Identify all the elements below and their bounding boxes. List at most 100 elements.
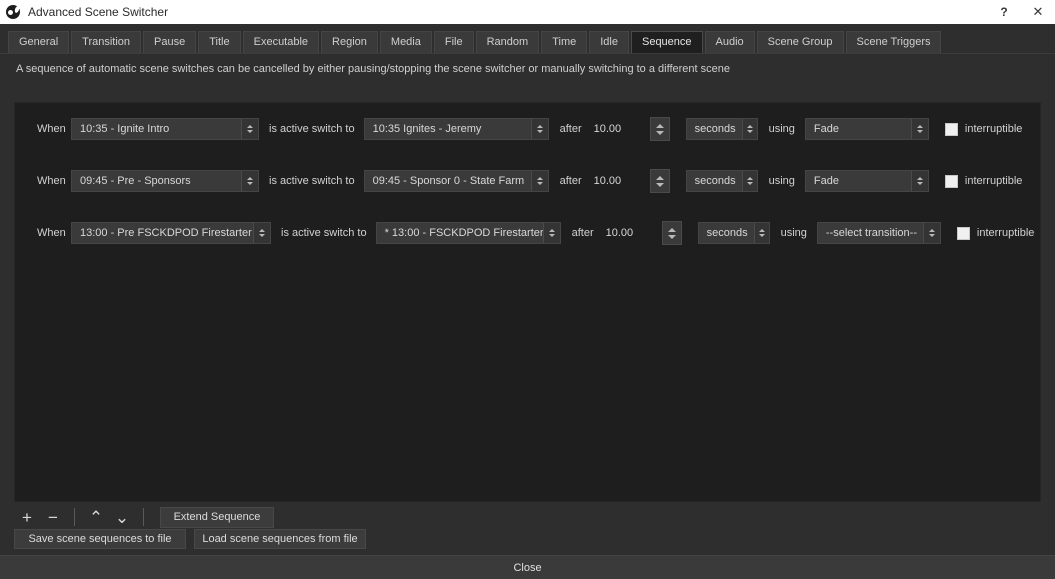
spinner-buttons-icon[interactable] (661, 221, 682, 245)
tab-media[interactable]: Media (379, 31, 432, 53)
move-down-button[interactable]: ⌄ (109, 505, 135, 529)
chevron-updown-icon[interactable] (241, 119, 258, 139)
tab-bar: General Transition Pause Title Executabl… (0, 24, 1055, 54)
spinner-buttons-icon[interactable] (649, 169, 670, 193)
using-label: using (780, 227, 807, 239)
tab-scene-group[interactable]: Scene Group (756, 31, 844, 53)
tab-idle[interactable]: Idle (589, 31, 629, 53)
delay-units-combobox[interactable]: seconds (685, 170, 758, 192)
transition-combobox[interactable]: Fade (804, 170, 929, 192)
using-label: using (768, 175, 795, 187)
sequence-row[interactable]: When 13:00 - Pre FSCKDPOD Firestarter is… (15, 207, 1040, 259)
when-label: When (37, 123, 66, 135)
using-label: using (768, 123, 795, 135)
toolbar-separator (74, 508, 75, 526)
sequence-row[interactable]: When 09:45 - Pre - Sponsors is active sw… (15, 155, 1040, 207)
from-scene-value: 09:45 - Pre - Sponsors (80, 175, 191, 187)
chevron-updown-icon[interactable] (241, 171, 258, 191)
interruptible-checkbox[interactable] (956, 226, 970, 240)
chevron-updown-icon[interactable] (530, 171, 548, 191)
delay-spinbox[interactable]: 10.00 (594, 169, 670, 193)
to-scene-combobox[interactable]: 10:35 Ignites - Jeremy (363, 118, 549, 140)
is-active-switch-to-label: is active switch to (269, 175, 355, 187)
file-actions-bar: Save scene sequences to file Load scene … (14, 529, 366, 549)
chevron-updown-icon[interactable] (741, 119, 757, 139)
delay-units-combobox[interactable]: seconds (697, 222, 770, 244)
chevron-updown-icon[interactable] (922, 223, 940, 243)
transition-combobox[interactable]: Fade (804, 118, 929, 140)
toolbar-separator (143, 508, 144, 526)
tab-region[interactable]: Region (321, 31, 378, 53)
delay-spinbox[interactable]: 10.00 (594, 117, 670, 141)
load-sequences-button[interactable]: Load scene sequences from file (194, 529, 366, 549)
window-titlebar: Advanced Scene Switcher ? ✕ (0, 0, 1055, 24)
help-button[interactable]: ? (987, 0, 1021, 24)
tab-scene-triggers[interactable]: Scene Triggers (845, 31, 942, 53)
interruptible-checkbox-wrap[interactable]: interruptible (941, 226, 1035, 240)
chevron-updown-icon[interactable] (253, 223, 270, 243)
to-scene-value: * 13:00 - FSCKDPOD Firestarter (384, 227, 543, 239)
to-scene-value: 09:45 - Sponsor 0 - State Farm (372, 175, 525, 187)
sequence-toolbar: + − ⌃ ⌄ Extend Sequence (14, 504, 1041, 530)
delay-units-value: seconds (706, 227, 748, 239)
to-scene-combobox[interactable]: 09:45 - Sponsor 0 - State Farm (363, 170, 549, 192)
window-body: General Transition Pause Title Executabl… (0, 24, 1055, 579)
tab-executable[interactable]: Executable (242, 31, 320, 53)
tab-audio[interactable]: Audio (704, 31, 755, 53)
move-up-button[interactable]: ⌃ (83, 505, 109, 529)
from-scene-combobox[interactable]: 13:00 - Pre FSCKDPOD Firestarter (71, 222, 271, 244)
spinner-buttons-icon[interactable] (649, 117, 670, 141)
chevron-updown-icon[interactable] (741, 171, 757, 191)
delay-units-value: seconds (694, 175, 736, 187)
transition-value: --select transition-- (825, 227, 917, 239)
transition-value: Fade (813, 175, 839, 187)
after-label: after (559, 175, 582, 187)
add-sequence-button[interactable]: + (14, 505, 40, 529)
extend-sequence-button[interactable]: Extend Sequence (160, 506, 274, 528)
transition-combobox[interactable]: --select transition-- (816, 222, 941, 244)
delay-units-combobox[interactable]: seconds (685, 118, 758, 140)
after-label: after (559, 123, 582, 135)
from-scene-combobox[interactable]: 09:45 - Pre - Sponsors (71, 170, 259, 192)
tab-transition[interactable]: Transition (71, 31, 142, 53)
interruptible-checkbox-wrap[interactable]: interruptible (929, 122, 1023, 136)
interruptible-label: interruptible (976, 227, 1035, 239)
interruptible-label: interruptible (964, 123, 1023, 135)
is-active-switch-to-label: is active switch to (281, 227, 367, 239)
chevron-updown-icon[interactable] (530, 119, 548, 139)
tab-file[interactable]: File (433, 31, 474, 53)
save-sequences-button[interactable]: Save scene sequences to file (14, 529, 186, 549)
chevron-updown-icon[interactable] (753, 223, 769, 243)
tab-random[interactable]: Random (475, 31, 540, 53)
interruptible-checkbox[interactable] (944, 122, 958, 136)
window-controls: ? ✕ (987, 0, 1055, 24)
tab-pause[interactable]: Pause (143, 31, 197, 53)
delay-value[interactable]: 10.00 (594, 123, 650, 135)
from-scene-value: 13:00 - Pre FSCKDPOD Firestarter (80, 227, 252, 239)
interruptible-checkbox[interactable] (944, 174, 958, 188)
close-window-button[interactable]: ✕ (1021, 0, 1055, 24)
window-title: Advanced Scene Switcher (28, 5, 169, 19)
close-button[interactable]: Close (0, 555, 1055, 579)
delay-value[interactable]: 10.00 (606, 227, 662, 239)
tab-general[interactable]: General (8, 31, 70, 53)
is-active-switch-to-label: is active switch to (269, 123, 355, 135)
chevron-updown-icon[interactable] (910, 171, 928, 191)
chevron-updown-icon[interactable] (910, 119, 928, 139)
from-scene-combobox[interactable]: 10:35 - Ignite Intro (71, 118, 259, 140)
tab-title[interactable]: Title (198, 31, 241, 53)
delay-units-value: seconds (694, 123, 736, 135)
interruptible-checkbox-wrap[interactable]: interruptible (929, 174, 1022, 188)
delay-value[interactable]: 10.00 (594, 175, 650, 187)
tab-time[interactable]: Time (541, 31, 588, 53)
tab-sequence[interactable]: Sequence (630, 31, 703, 53)
delay-spinbox[interactable]: 10.00 (606, 221, 682, 245)
when-label: When (37, 175, 66, 187)
from-scene-value: 10:35 - Ignite Intro (80, 123, 170, 135)
to-scene-combobox[interactable]: * 13:00 - FSCKDPOD Firestarter (375, 222, 561, 244)
when-label: When (37, 227, 66, 239)
chevron-updown-icon[interactable] (542, 223, 560, 243)
sequence-row[interactable]: When 10:35 - Ignite Intro is active swit… (15, 103, 1040, 155)
remove-sequence-button[interactable]: − (40, 505, 66, 529)
after-label: after (571, 227, 594, 239)
